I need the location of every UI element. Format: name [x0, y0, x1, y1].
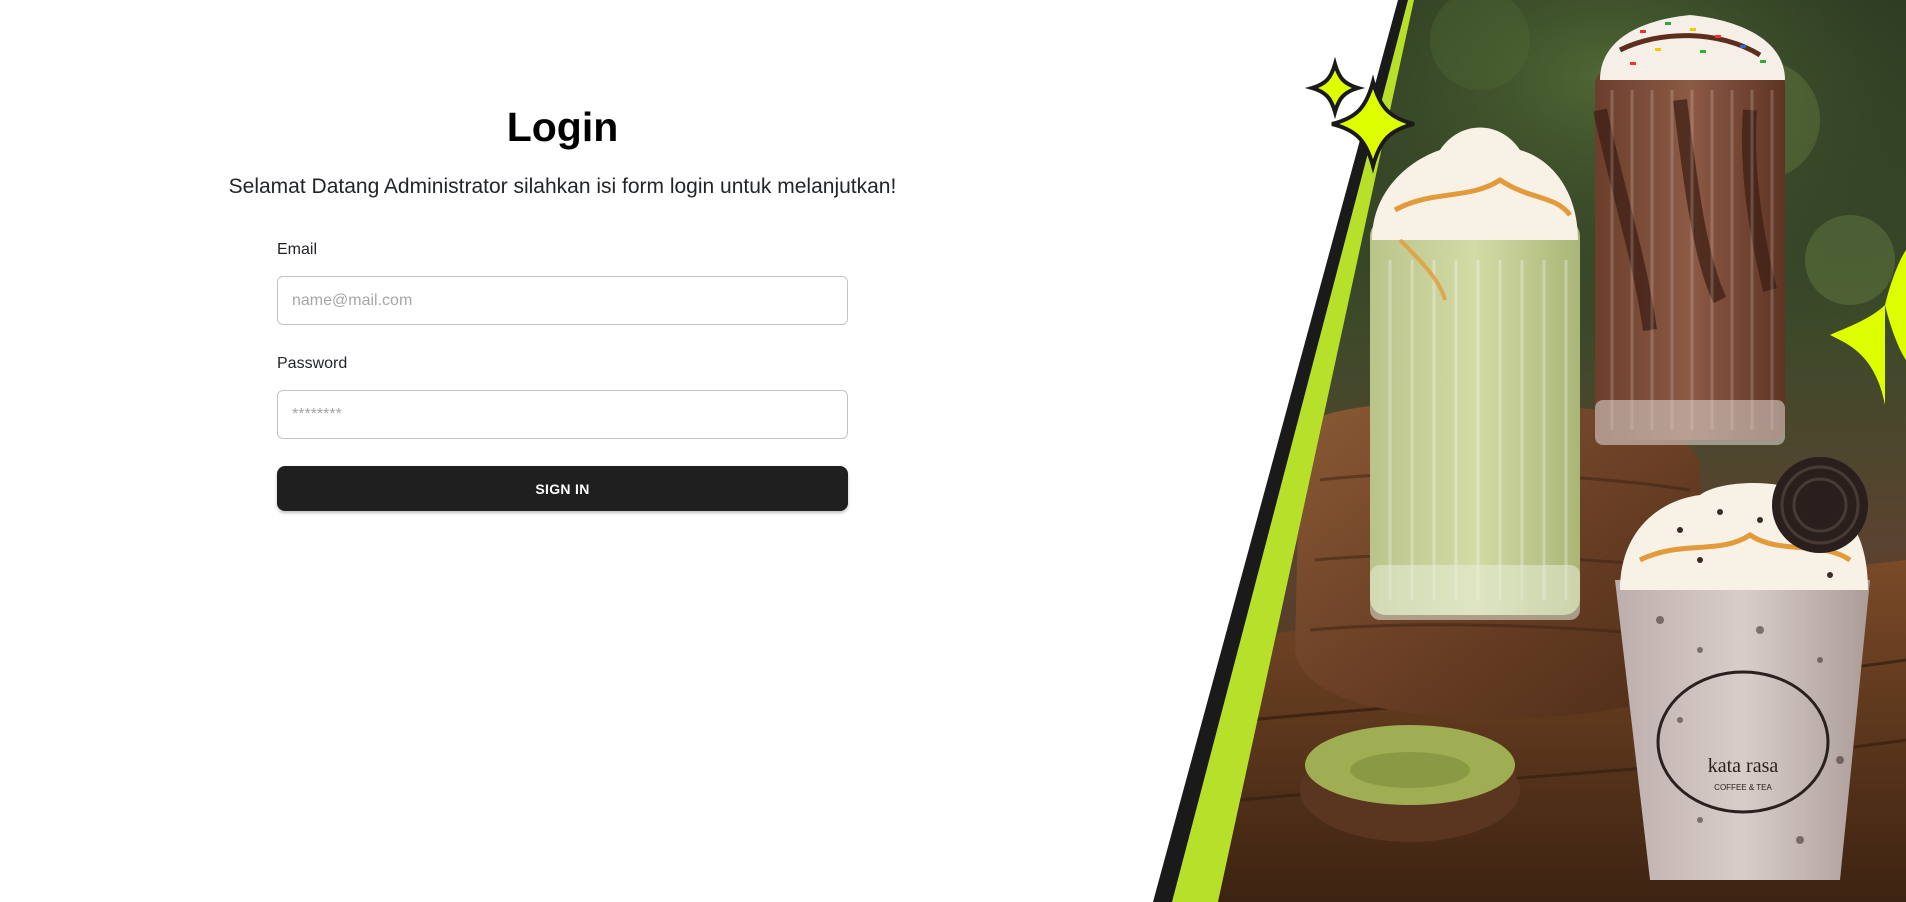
email-input[interactable] — [277, 276, 848, 325]
sparkle-icon — [1331, 74, 1415, 174]
password-input[interactable] — [277, 390, 848, 439]
welcome-subtitle: Selamat Datang Administrator silahkan is… — [228, 175, 897, 198]
password-label: Password — [277, 355, 348, 372]
login-page: kata rasa COFFEE & TEA Login Selamat Dat… — [0, 0, 1906, 902]
sign-in-button[interactable]: SIGN IN — [277, 466, 848, 511]
hero-logo-subtext: COFFEE & TEA — [1714, 783, 1772, 792]
hero-logo-text: kata rasa — [1708, 755, 1779, 777]
sparkle-icon — [1830, 250, 1906, 405]
page-title: Login — [506, 104, 619, 150]
sparkle-icon — [1304, 56, 1366, 120]
login-form-panel: Login Selamat Datang Administrator silah… — [0, 0, 1125, 902]
email-label: Email — [277, 241, 318, 258]
